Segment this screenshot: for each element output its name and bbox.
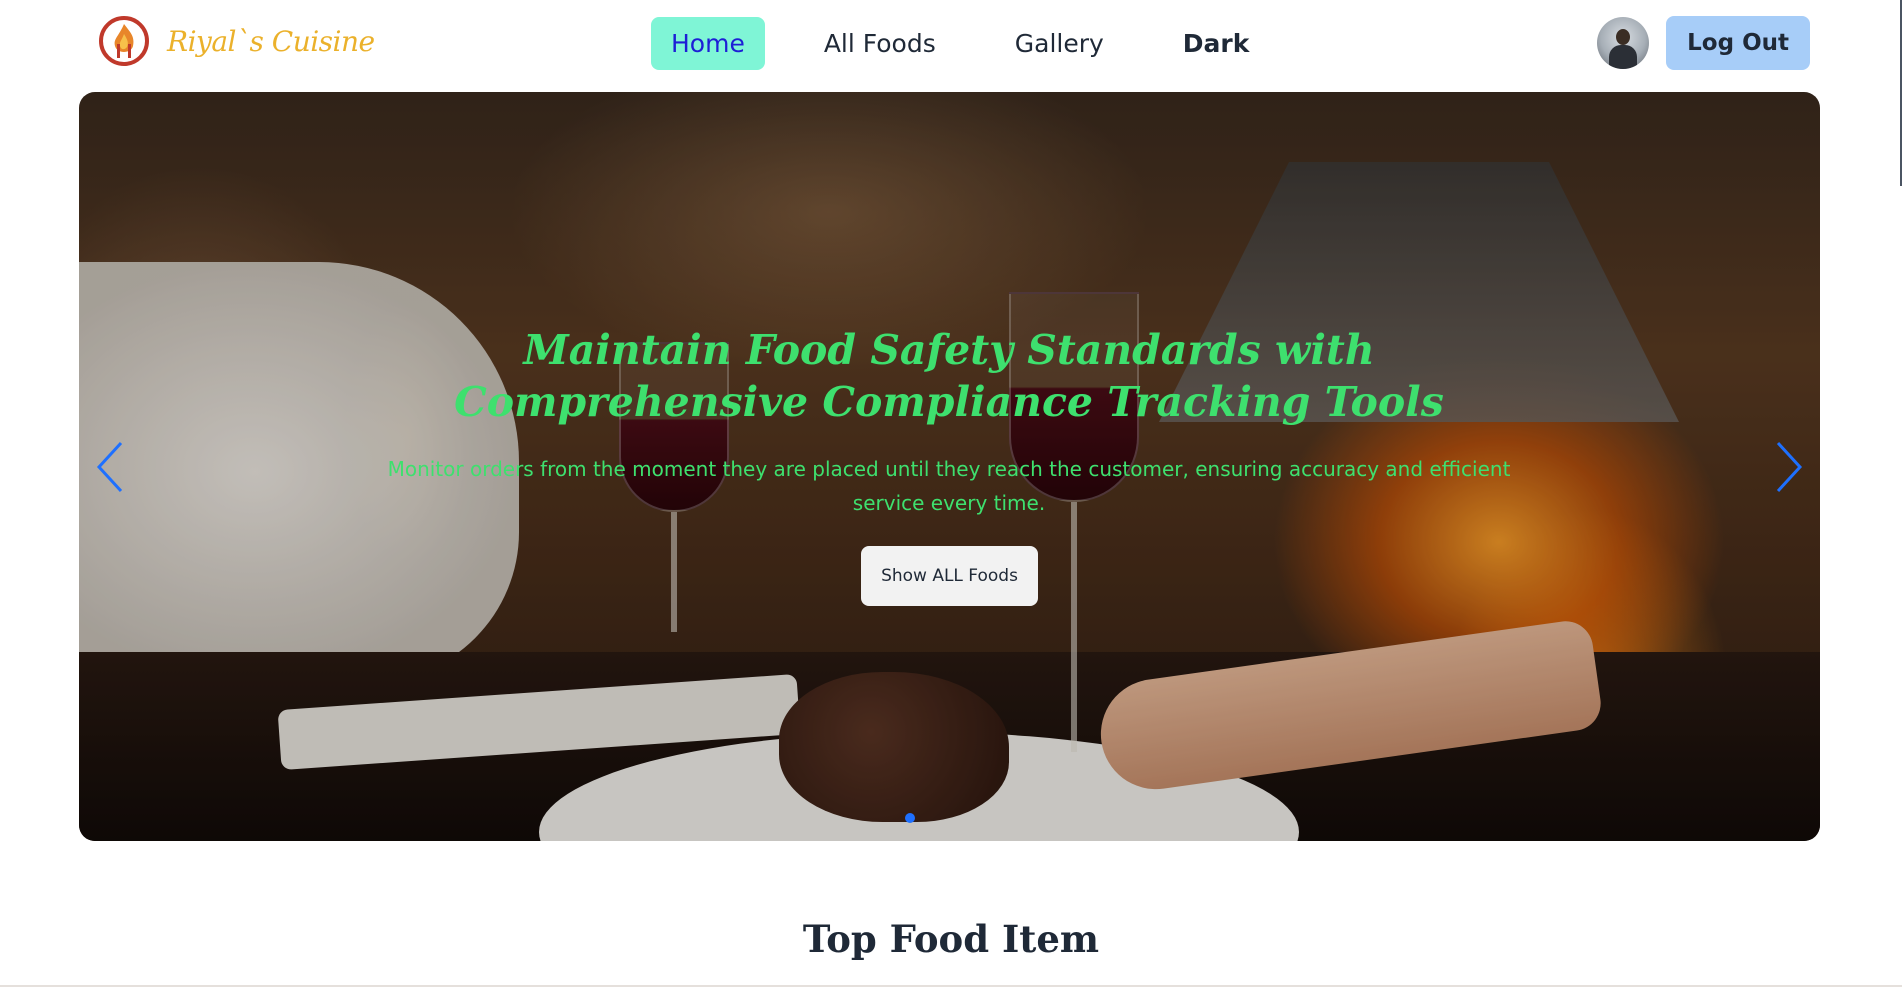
hero-carousel: Maintain Food Safety Standards with Comp…: [79, 92, 1820, 841]
chevron-left-icon[interactable]: [91, 437, 137, 497]
navbar: Riyal`s Cuisine Home All Foods Gallery D…: [0, 0, 1902, 88]
nav-home[interactable]: Home: [651, 17, 765, 70]
brand-name: Riyal`s Cuisine: [167, 24, 375, 58]
show-all-foods-button[interactable]: Show ALL Foods: [861, 546, 1038, 606]
nav-gallery[interactable]: Gallery: [995, 17, 1124, 70]
chevron-right-icon[interactable]: [1762, 437, 1808, 497]
hero-description: Monitor orders from the moment they are …: [387, 457, 1511, 515]
logout-button[interactable]: Log Out: [1666, 16, 1810, 70]
section-divider: [0, 985, 1902, 987]
flame-fork-logo-icon: [99, 16, 149, 66]
theme-toggle-dark[interactable]: Dark: [1163, 17, 1270, 70]
section-title: Top Food Item: [802, 917, 1100, 961]
slide-indicator-dot[interactable]: [905, 813, 915, 823]
user-avatar-icon[interactable]: [1597, 17, 1650, 69]
hero-title: Maintain Food Safety Standards with Comp…: [454, 326, 1444, 426]
brand[interactable]: Riyal`s Cuisine: [97, 14, 375, 68]
user-area: Log Out: [1597, 16, 1810, 70]
hero-content: Maintain Food Safety Standards with Comp…: [79, 92, 1820, 841]
nav-all-foods[interactable]: All Foods: [804, 17, 956, 70]
main-nav: Home All Foods Gallery Dark: [651, 17, 1308, 70]
